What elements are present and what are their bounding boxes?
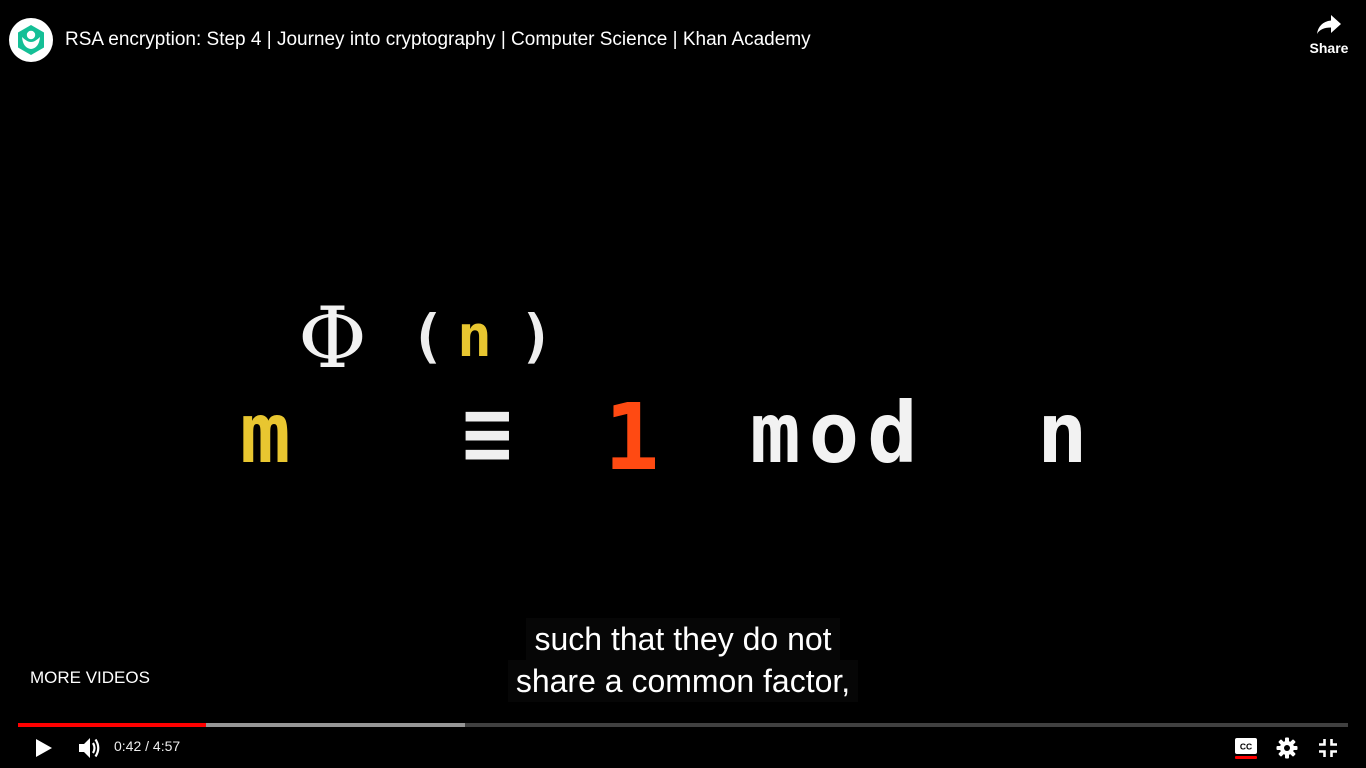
exponent-close-paren: ) xyxy=(519,302,554,370)
svg-text:CC: CC xyxy=(1240,741,1252,751)
exponent-open-paren: ( xyxy=(410,302,445,370)
gear-icon xyxy=(1276,737,1298,759)
caption-line-2: share a common factor, xyxy=(507,660,859,702)
progress-bar[interactable] xyxy=(18,723,1348,727)
settings-button[interactable] xyxy=(1272,733,1302,763)
current-time: 0:42 xyxy=(114,738,142,754)
more-videos-button[interactable]: MORE VIDEOS xyxy=(30,668,150,688)
modulus-n: n xyxy=(1037,384,1088,482)
subtitles-button[interactable]: CC xyxy=(1230,733,1262,763)
mod-word: mod xyxy=(750,384,926,482)
video-title[interactable]: RSA encryption: Step 4 | Journey into cr… xyxy=(65,29,811,51)
play-button[interactable] xyxy=(28,733,60,763)
caption-window: such that they do not share a common fac… xyxy=(0,618,1366,702)
cc-active-indicator xyxy=(1235,755,1257,759)
congruence-symbol: ≡ xyxy=(462,384,513,482)
top-gradient xyxy=(0,0,1366,120)
duration: 4:57 xyxy=(152,738,181,754)
time-separator: / xyxy=(141,738,153,754)
play-icon xyxy=(36,739,52,757)
share-icon xyxy=(1317,15,1341,34)
volume-icon xyxy=(79,738,100,758)
exponent-n: n xyxy=(457,302,492,370)
volume-button[interactable] xyxy=(72,733,108,763)
cc-icon: CC xyxy=(1235,737,1257,754)
time-display: 0:42 / 4:57 xyxy=(114,738,180,754)
progress-played xyxy=(18,723,206,727)
remainder-one: 1 xyxy=(604,384,660,491)
phi-symbol: Φ xyxy=(298,289,367,387)
khan-academy-logo-icon[interactable] xyxy=(9,18,53,62)
caption-line-1: such that they do not xyxy=(526,618,840,660)
share-label: Share xyxy=(1309,40,1349,56)
share-button[interactable]: Share xyxy=(1304,14,1354,70)
exit-fullscreen-button[interactable] xyxy=(1313,733,1343,763)
base-m: m xyxy=(240,384,291,482)
exit-fullscreen-icon xyxy=(1319,739,1337,757)
